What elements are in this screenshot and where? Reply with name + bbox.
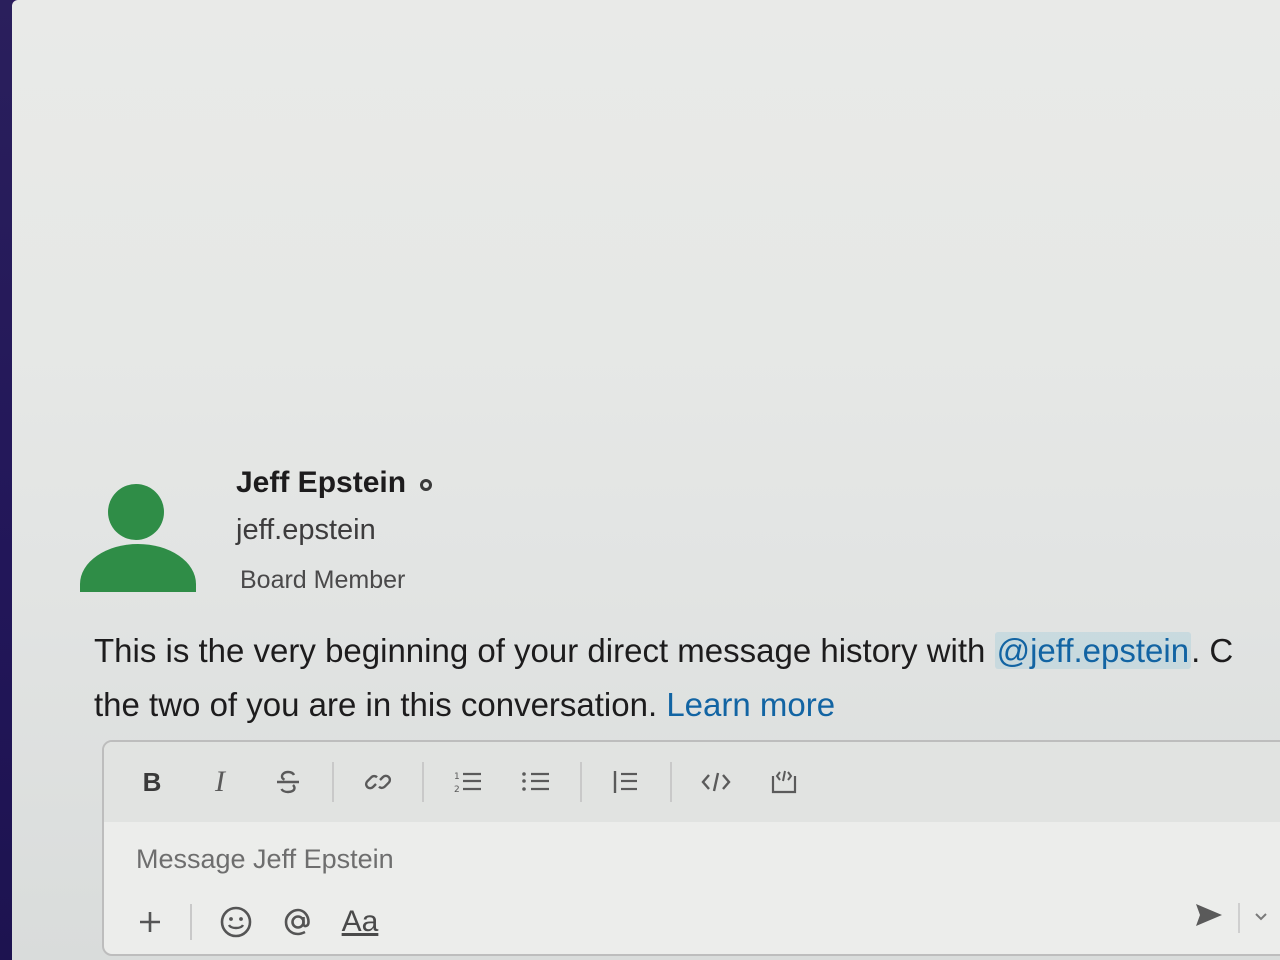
screen: Jeff Epstein jeff.epstein Board Member T… <box>0 0 1280 960</box>
svg-text:2: 2 <box>454 785 460 795</box>
conversation-pane: Jeff Epstein jeff.epstein Board Member T… <box>12 0 1280 960</box>
code-block-icon <box>771 770 797 794</box>
send-icon <box>1196 904 1222 926</box>
toolbar-divider <box>422 762 424 802</box>
link-button[interactable] <box>354 762 402 802</box>
send-divider <box>1238 902 1240 933</box>
display-name[interactable]: Jeff Epstein <box>236 466 406 500</box>
name-row: Jeff Epstein <box>236 466 433 500</box>
username: jeff.epstein <box>236 514 376 546</box>
toolbar-divider <box>580 762 582 802</box>
code-icon <box>701 772 731 792</box>
blockquote-icon <box>613 771 637 793</box>
link-icon <box>364 774 392 790</box>
strikethrough-icon <box>277 770 299 794</box>
intro-line-2-text: the two of you are in this conversation. <box>94 686 667 723</box>
bulleted-list-button[interactable] <box>512 762 560 802</box>
intro-text-before: This is the very beginning of your direc… <box>94 632 995 669</box>
dm-intro-text: This is the very beginning of your direc… <box>94 624 1280 732</box>
blockquote-button[interactable] <box>602 762 650 802</box>
bulleted-list-icon <box>522 772 549 791</box>
emoji-icon <box>220 906 252 938</box>
learn-more-link[interactable]: Learn more <box>666 686 835 723</box>
sidebar-edge <box>0 0 12 960</box>
toolbar-divider <box>332 762 334 802</box>
bold-button[interactable]: B <box>128 762 176 802</box>
formatting-toolbar: B I 12 <box>104 742 1280 822</box>
toolbar-divider <box>670 762 672 802</box>
send-button[interactable] <box>1194 902 1224 933</box>
intro-line-2: the two of you are in this conversation.… <box>94 678 1280 732</box>
actions-divider <box>190 904 192 940</box>
intro-text-after: . C <box>1191 632 1234 669</box>
ordered-list-icon: 12 <box>454 772 481 795</box>
avatar-body <box>80 544 196 592</box>
composer-actions: Aa <box>128 900 400 944</box>
send-options-button[interactable] <box>1254 909 1268 927</box>
message-composer: B I 12 Message Jeff Epstein Aa <box>102 740 1280 956</box>
code-block-button[interactable] <box>760 762 808 802</box>
presence-away-icon <box>420 479 433 491</box>
profile-title: Board Member <box>240 566 406 594</box>
format-text-button[interactable]: Aa <box>338 900 382 944</box>
italic-button[interactable]: I <box>196 762 244 802</box>
avatar-head <box>108 484 164 540</box>
intro-line-1: This is the very beginning of your direc… <box>94 624 1280 678</box>
send-area <box>1194 902 1268 933</box>
mention-button[interactable] <box>276 900 320 944</box>
user-mention[interactable]: @jeff.epstein <box>994 632 1192 669</box>
emoji-button[interactable] <box>214 900 258 944</box>
svg-text:1: 1 <box>454 772 460 782</box>
format-text-label: Aa <box>341 905 379 938</box>
dm-profile-header: Jeff Epstein jeff.epstein Board Member <box>80 462 680 612</box>
avatar[interactable] <box>80 470 198 592</box>
strikethrough-button[interactable] <box>264 762 312 802</box>
at-sign-icon <box>284 908 310 936</box>
code-button[interactable] <box>692 762 740 802</box>
message-input[interactable] <box>134 838 1238 880</box>
ordered-list-button[interactable]: 12 <box>444 762 492 802</box>
plus-icon <box>140 912 160 932</box>
attach-button[interactable] <box>128 900 172 944</box>
chevron-down-icon <box>1255 912 1267 920</box>
